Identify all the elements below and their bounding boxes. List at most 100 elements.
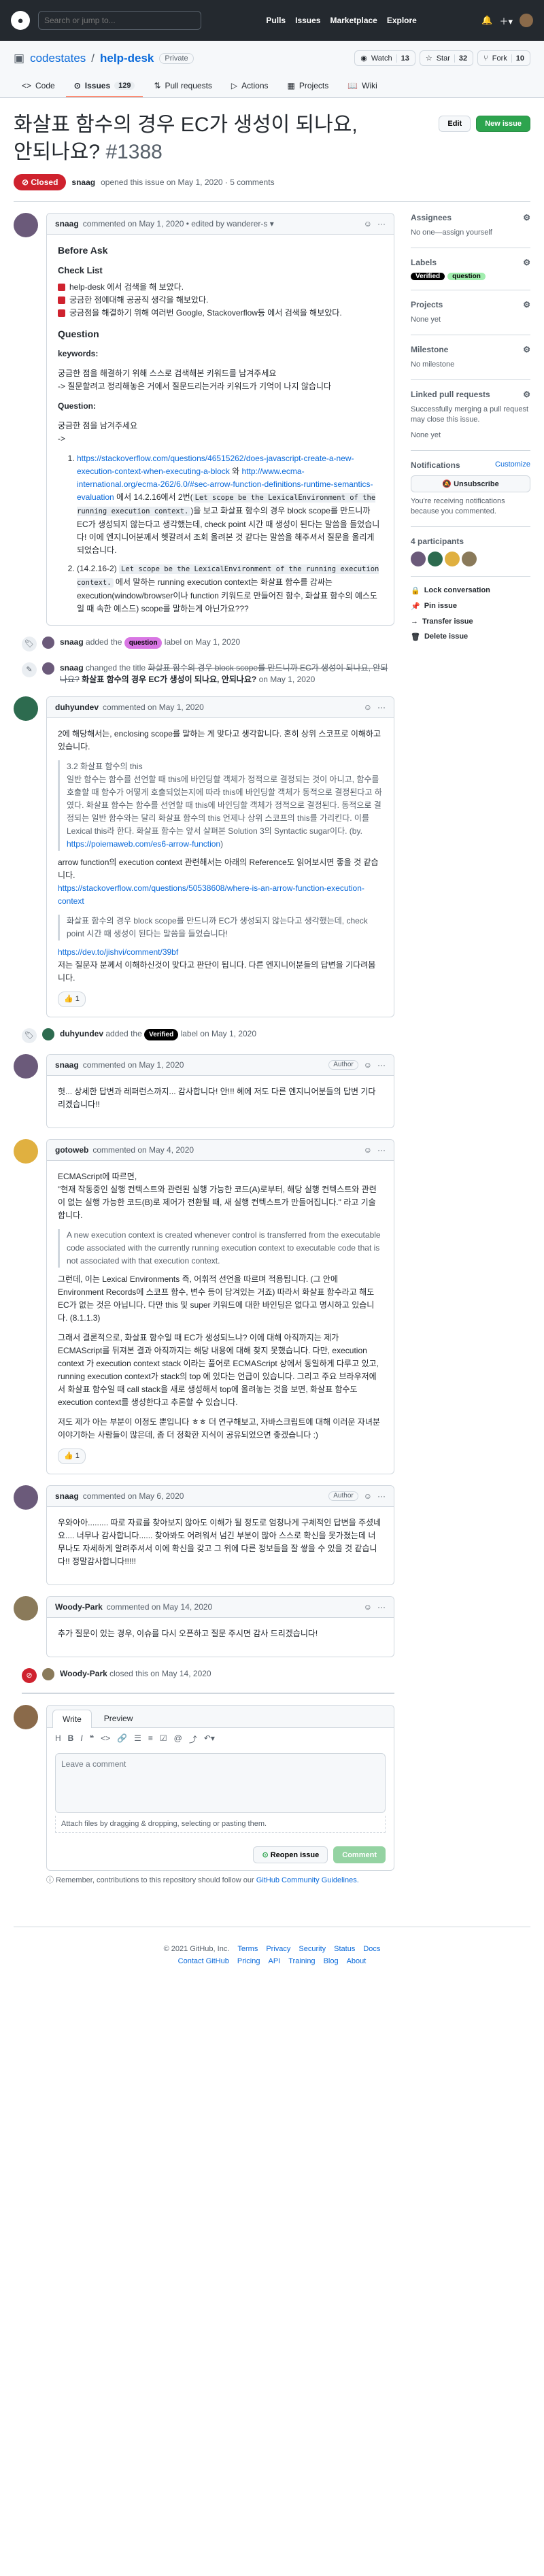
- comment-author[interactable]: snaag: [55, 1491, 79, 1501]
- avatar[interactable]: [42, 662, 54, 675]
- star-button[interactable]: ☆ Star 32: [419, 50, 474, 66]
- quote-icon[interactable]: ❝: [90, 1733, 94, 1745]
- link[interactable]: https://stackoverflow.com/questions/4651…: [77, 454, 354, 476]
- kebab-icon[interactable]: ···: [377, 1060, 386, 1070]
- event-actor[interactable]: duhyundev: [60, 1029, 103, 1038]
- nav-marketplace[interactable]: Marketplace: [330, 16, 377, 25]
- fork-button[interactable]: ⑂ Fork 10: [477, 50, 530, 66]
- new-issue-button[interactable]: New issue: [476, 116, 530, 132]
- footer-link[interactable]: API: [268, 1957, 280, 1965]
- smiley-icon[interactable]: ☺: [364, 702, 372, 712]
- footer-link[interactable]: Blog: [324, 1957, 339, 1965]
- attach-area[interactable]: Attach files by dragging & dropping, sel…: [55, 1816, 386, 1833]
- avatar[interactable]: [42, 1668, 54, 1680]
- issue-author[interactable]: snaag: [71, 177, 95, 187]
- assignees-text[interactable]: No one—assign yourself: [411, 228, 530, 238]
- edit-button[interactable]: Edit: [439, 116, 471, 132]
- gear-icon[interactable]: ⚙: [523, 345, 530, 354]
- avatar[interactable]: [14, 1705, 38, 1729]
- nav-explore[interactable]: Explore: [387, 16, 417, 25]
- lock-conversation[interactable]: 🔒 Lock conversation: [411, 586, 530, 595]
- label-question[interactable]: question: [447, 273, 486, 280]
- user-avatar[interactable]: [520, 14, 533, 27]
- comment-author[interactable]: snaag: [55, 1060, 79, 1070]
- gear-icon[interactable]: ⚙: [523, 390, 530, 399]
- footer-link[interactable]: Terms: [237, 1945, 258, 1953]
- tab-wiki[interactable]: 📖 Wiki: [339, 75, 386, 97]
- avatar[interactable]: [14, 213, 38, 237]
- bell-icon[interactable]: 🔔: [481, 15, 492, 26]
- gear-icon[interactable]: ⚙: [523, 213, 530, 222]
- footer-link[interactable]: Status: [334, 1945, 355, 1953]
- thumbs-up-reaction[interactable]: 👍 1: [58, 992, 86, 1007]
- footer-link[interactable]: Pricing: [237, 1957, 260, 1965]
- comment-button[interactable]: Comment: [333, 1846, 386, 1863]
- heading-icon[interactable]: H: [55, 1733, 61, 1745]
- kebab-icon[interactable]: ···: [377, 702, 386, 712]
- avatar[interactable]: [14, 696, 38, 721]
- plus-icon[interactable]: ＋▾: [499, 14, 513, 27]
- search-input[interactable]: [38, 11, 201, 30]
- transfer-issue[interactable]: → Transfer issue: [411, 617, 530, 626]
- label-badge[interactable]: question: [124, 637, 163, 649]
- watch-button[interactable]: ◉ Watch 13: [354, 50, 415, 66]
- avatar[interactable]: [445, 552, 460, 566]
- numbered-list-icon[interactable]: ≡: [148, 1733, 153, 1745]
- unsubscribe-button[interactable]: 🔕 Unsubscribe: [411, 475, 530, 492]
- avatar[interactable]: [42, 1028, 54, 1040]
- footer-link[interactable]: About: [347, 1957, 367, 1965]
- reopen-issue-button[interactable]: ⊙ Reopen issue: [253, 1846, 328, 1863]
- kebab-icon[interactable]: ···: [377, 1145, 386, 1155]
- kebab-icon[interactable]: ···: [377, 219, 386, 228]
- gear-icon[interactable]: ⚙: [523, 300, 530, 309]
- bold-icon[interactable]: B: [68, 1733, 74, 1745]
- nav-pulls[interactable]: Pulls: [266, 16, 286, 25]
- avatar[interactable]: [411, 552, 426, 566]
- linked-title[interactable]: Linked pull requests: [411, 390, 490, 399]
- repo-name-link[interactable]: help-desk: [100, 52, 154, 65]
- smiley-icon[interactable]: ☺: [364, 1602, 372, 1612]
- footer-link[interactable]: Contact GitHub: [178, 1957, 229, 1965]
- mention-icon[interactable]: @: [174, 1733, 182, 1745]
- footer-link[interactable]: Training: [288, 1957, 315, 1965]
- comment-author[interactable]: duhyundev: [55, 702, 99, 712]
- gear-icon[interactable]: ⚙: [523, 258, 530, 267]
- avatar[interactable]: [14, 1054, 38, 1079]
- delete-issue[interactable]: 🗑 Delete issue: [411, 632, 530, 641]
- footer-link[interactable]: Privacy: [266, 1945, 290, 1953]
- pin-issue[interactable]: 📌 Pin issue: [411, 602, 530, 611]
- tab-preview[interactable]: Preview: [95, 1710, 143, 1727]
- avatar[interactable]: [14, 1139, 38, 1164]
- bullet-list-icon[interactable]: ☰: [134, 1733, 141, 1745]
- tab-write[interactable]: Write: [52, 1710, 92, 1728]
- task-list-icon[interactable]: ☑: [160, 1733, 167, 1745]
- customize-link[interactable]: Customize: [495, 460, 530, 470]
- comment-author[interactable]: gotoweb: [55, 1145, 88, 1155]
- reference-icon[interactable]: ⤴: [189, 1733, 197, 1745]
- nav-issues[interactable]: Issues: [295, 16, 320, 25]
- tab-actions[interactable]: ▷ Actions: [223, 75, 277, 97]
- label-verified[interactable]: Verified: [411, 273, 445, 280]
- label-badge[interactable]: Verified: [144, 1029, 179, 1040]
- avatar[interactable]: [14, 1596, 38, 1621]
- comment-textarea[interactable]: Leave a comment: [55, 1753, 386, 1813]
- assignees-title[interactable]: Assignees: [411, 213, 452, 222]
- tab-code[interactable]: <> Code: [14, 75, 63, 97]
- tab-issues[interactable]: ⊙ Issues 129: [65, 75, 143, 97]
- kebab-icon[interactable]: ···: [377, 1602, 386, 1612]
- link[interactable]: https://dev.to/jishvi/comment/39bf: [58, 947, 178, 957]
- comment-author[interactable]: snaag: [55, 219, 79, 228]
- comment-author[interactable]: Woody-Park: [55, 1602, 103, 1612]
- github-logo-icon[interactable]: ●: [11, 11, 30, 30]
- tab-projects[interactable]: ▦ Projects: [279, 75, 337, 97]
- footer-link[interactable]: Security: [299, 1945, 326, 1953]
- smiley-icon[interactable]: ☺: [364, 1145, 372, 1155]
- italic-icon[interactable]: I: [80, 1733, 82, 1745]
- avatar[interactable]: [14, 1485, 38, 1510]
- footer-link[interactable]: Docs: [363, 1945, 380, 1953]
- avatar[interactable]: [42, 637, 54, 649]
- smiley-icon[interactable]: ☺: [364, 1060, 372, 1070]
- avatar[interactable]: [428, 552, 443, 566]
- code-icon[interactable]: <>: [101, 1733, 110, 1745]
- smiley-icon[interactable]: ☺: [364, 1491, 372, 1501]
